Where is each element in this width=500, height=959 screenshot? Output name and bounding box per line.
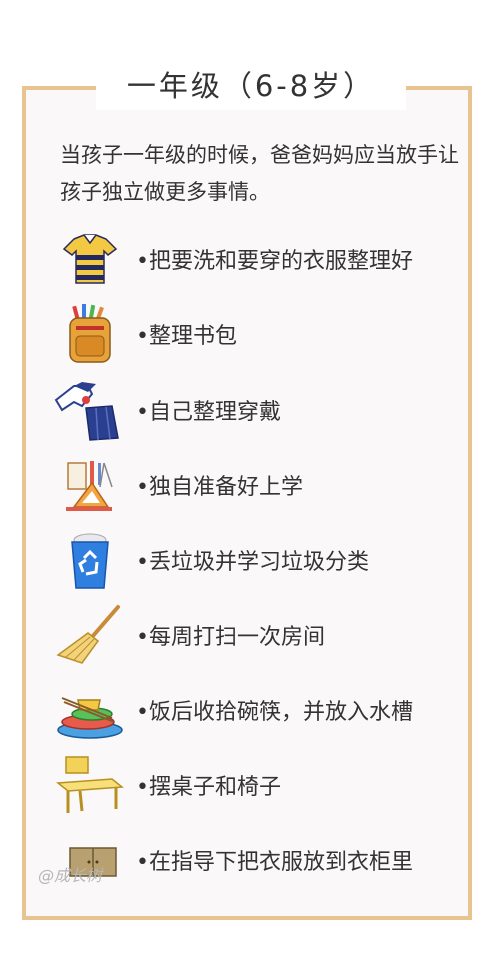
item-label: •把要洗和要穿的衣服整理好 [136,249,413,274]
intro-text: 当孩子一年级的时候，爸爸妈妈应当放手让孩子独立做更多事情。 [60,143,459,204]
desk-chair-icon [52,753,128,817]
recycle-bin-icon [52,528,128,592]
backpack-icon [52,302,128,366]
list-item: •在指导下把衣服放到衣柜里 [52,828,482,892]
uniform-icon [52,378,128,442]
broom-icon [52,603,128,667]
item-label: •摆桌子和椅子 [136,775,281,800]
dishes-icon [52,678,128,742]
page-title: 一年级（6-8岁） [126,69,376,103]
item-label: •丢垃圾并学习垃圾分类 [136,550,369,575]
list-item: •摆桌子和椅子 [52,753,482,817]
shirt-icon [52,227,128,291]
list-item: •丢垃圾并学习垃圾分类 [52,528,482,592]
item-label: •整理书包 [136,324,237,349]
list-item: •每周打扫一次房间 [52,603,482,667]
item-label: •每周打扫一次房间 [136,625,325,650]
item-label: •自己整理穿戴 [136,400,281,425]
item-label: •独自准备好上学 [136,475,303,500]
item-label: •饭后收拾碗筷，并放入水槽 [136,700,413,725]
watermark: @成长树 [38,866,103,885]
list-item: •自己整理穿戴 [52,378,482,442]
list-item: •饭后收拾碗筷，并放入水槽 [52,678,482,742]
list-item: •独自准备好上学 [52,453,482,517]
list-item: •整理书包 [52,302,482,366]
list-item: •把要洗和要穿的衣服整理好 [52,227,482,291]
item-label: •在指导下把衣服放到衣柜里 [136,850,413,875]
stationery-icon [52,453,128,517]
